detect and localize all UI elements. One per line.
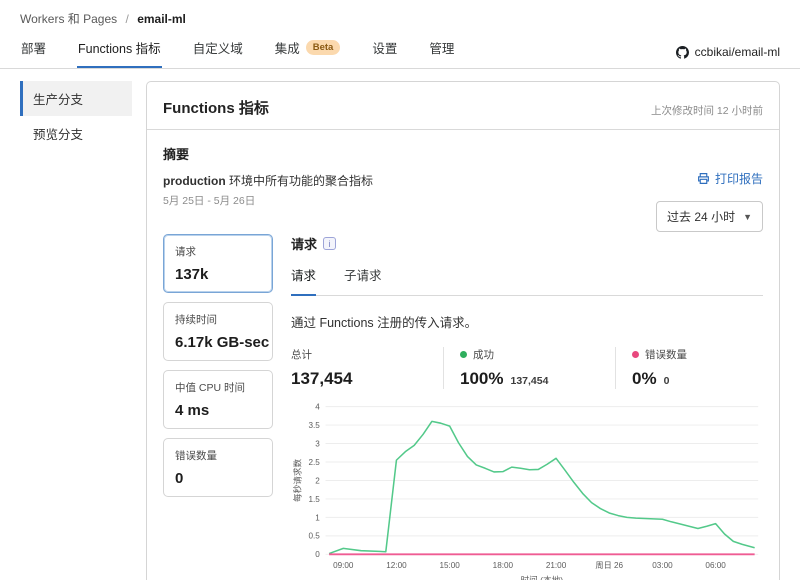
error-dot-icon	[632, 351, 639, 358]
svg-text:09:00: 09:00	[333, 561, 354, 570]
card-header: Functions 指标 上次修改时间 12 小时前	[147, 82, 779, 130]
tab-integrations[interactable]: 集成 Beta	[274, 34, 342, 68]
page-title: Functions 指标	[163, 97, 269, 118]
page: Workers 和 Pages / email-ml 部署 Functions …	[0, 0, 800, 580]
svg-text:时间 (本地): 时间 (本地)	[521, 574, 564, 580]
svg-text:06:00: 06:00	[705, 561, 726, 570]
svg-text:12:00: 12:00	[386, 561, 407, 570]
panel-heading: 请求 i	[291, 234, 763, 253]
environment-name: production	[163, 174, 226, 188]
svg-text:0.5: 0.5	[308, 532, 320, 541]
summary-heading: 摘要	[163, 144, 763, 163]
metric-card-errors[interactable]: 错误数量 0	[163, 438, 273, 497]
breadcrumb-separator: /	[126, 12, 129, 26]
requests-panel: 请求 i 请求 子请求 通过 Functions 注册的传入请求。 总计	[291, 234, 763, 580]
svg-text:0: 0	[315, 550, 320, 559]
panel-tab-requests[interactable]: 请求	[291, 265, 316, 296]
stats-row: 总计 137,454 成功	[291, 347, 763, 389]
metric-card-duration[interactable]: 持续时间 6.17k GB-sec	[163, 302, 273, 361]
report-controls: 打印报告 过去 24 小时 ▼	[656, 170, 763, 232]
top-tabs: 部署 Functions 指标 自定义域 集成 Beta 设置 管理	[20, 34, 455, 68]
success-dot-icon	[460, 351, 467, 358]
last-modified-text: 上次修改时间 12 小时前	[651, 103, 763, 118]
printer-icon	[697, 172, 710, 185]
repo-name: ccbikai/email-ml	[695, 45, 780, 59]
metrics-card: Functions 指标 上次修改时间 12 小时前 摘要 production…	[146, 81, 780, 580]
metrics-section: 请求 137k 持续时间 6.17k GB-sec 中值 CPU 时间 4 ms	[163, 234, 763, 580]
breadcrumb: Workers 和 Pages / email-ml	[0, 0, 800, 27]
tab-manage[interactable]: 管理	[428, 34, 455, 68]
stat-success: 成功 100% 137,454	[443, 347, 615, 389]
panel-tab-subrequests[interactable]: 子请求	[344, 265, 382, 296]
line-chart-svg: 0 0.5 1 1.5 2 2.5 3 3.5 4 09:00 12:00 15:00 18:00 21:…	[291, 397, 763, 580]
svg-text:2.5: 2.5	[308, 458, 320, 467]
content: 生产分支 预览分支 Functions 指标 上次修改时间 12 小时前 摘要 …	[0, 69, 800, 580]
svg-text:21:00: 21:00	[546, 561, 567, 570]
stat-total: 总计 137,454	[291, 347, 443, 389]
panel-tabs: 请求 子请求	[291, 265, 763, 296]
svg-text:周日 26: 周日 26	[595, 561, 623, 570]
tab-custom-domains[interactable]: 自定义域	[192, 34, 244, 68]
svg-text:15:00: 15:00	[439, 561, 460, 570]
github-icon	[676, 46, 689, 59]
svg-text:18:00: 18:00	[493, 561, 514, 570]
stat-errors: 错误数量 0% 0	[615, 347, 705, 389]
svg-text:1.5: 1.5	[308, 495, 320, 504]
svg-text:2: 2	[315, 476, 320, 485]
breadcrumb-parent-link[interactable]: Workers 和 Pages	[20, 12, 117, 26]
svg-text:1: 1	[315, 513, 320, 522]
top-tab-bar: 部署 Functions 指标 自定义域 集成 Beta 设置 管理 ccbik…	[0, 34, 800, 69]
svg-text:4: 4	[315, 402, 320, 411]
chevron-down-icon: ▼	[743, 212, 752, 222]
tab-settings[interactable]: 设置	[371, 34, 398, 68]
requests-chart: 0 0.5 1 1.5 2 2.5 3 3.5 4 09:00 12:00 15:00 18:00 21:…	[291, 397, 763, 580]
metric-card-requests[interactable]: 请求 137k	[163, 234, 273, 293]
beta-badge: Beta	[306, 40, 341, 55]
time-range-dropdown[interactable]: 过去 24 小时 ▼	[656, 201, 763, 232]
card-body: 摘要 production 环境中所有功能的聚合指标 5月 25日 - 5月 2…	[147, 130, 779, 580]
svg-text:03:00: 03:00	[652, 561, 673, 570]
panel-description: 通过 Functions 注册的传入请求。	[291, 312, 763, 331]
metric-card-list: 请求 137k 持续时间 6.17k GB-sec 中值 CPU 时间 4 ms	[163, 234, 273, 497]
svg-text:3.5: 3.5	[308, 421, 320, 430]
branch-sidebar: 生产分支 预览分支	[20, 81, 132, 151]
svg-text:3: 3	[315, 439, 320, 448]
metric-card-median-cpu[interactable]: 中值 CPU 时间 4 ms	[163, 370, 273, 429]
breadcrumb-current: email-ml	[137, 12, 186, 26]
info-icon[interactable]: i	[323, 237, 336, 250]
sidebar-item-production-branch[interactable]: 生产分支	[20, 81, 132, 116]
tab-deployments[interactable]: 部署	[20, 34, 47, 68]
svg-text:每秒请求数: 每秒请求数	[292, 459, 303, 503]
tab-functions-metrics[interactable]: Functions 指标	[77, 34, 162, 68]
print-report-link[interactable]: 打印报告	[697, 170, 763, 187]
sidebar-item-preview-branch[interactable]: 预览分支	[20, 116, 132, 151]
github-repo-link[interactable]: ccbikai/email-ml	[676, 45, 780, 68]
